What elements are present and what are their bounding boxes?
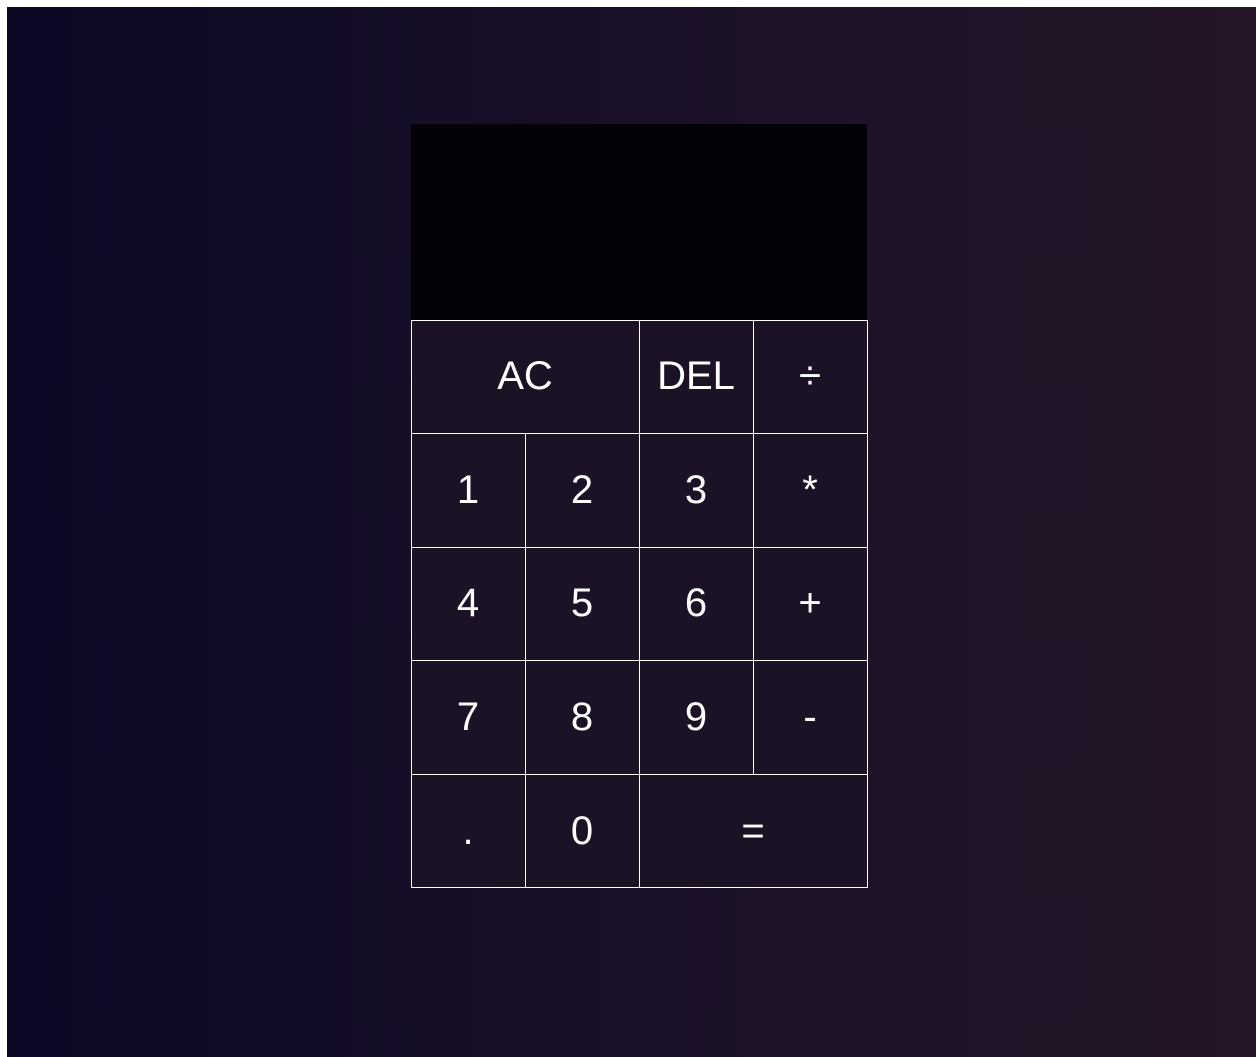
calculator: AC DEL ÷ 1 2 3 * 4 5 6 + 7 8 9 - . 0 = (410, 124, 868, 889)
digit-5-button[interactable]: 5 (524, 546, 640, 662)
page-background: AC DEL ÷ 1 2 3 * 4 5 6 + 7 8 9 - . 0 = (7, 7, 1256, 1057)
digit-0-button[interactable]: 0 (524, 773, 640, 889)
digit-2-button[interactable]: 2 (524, 433, 640, 548)
digit-1-button[interactable]: 1 (410, 433, 526, 548)
all-clear-button[interactable]: AC (410, 319, 640, 435)
digit-3-button[interactable]: 3 (638, 433, 754, 548)
digit-7-button[interactable]: 7 (410, 660, 526, 775)
equals-button[interactable]: = (638, 773, 868, 889)
digit-8-button[interactable]: 8 (524, 660, 640, 775)
output-display (411, 124, 867, 320)
digit-6-button[interactable]: 6 (638, 546, 754, 662)
previous-operand (425, 136, 853, 164)
keypad: AC DEL ÷ 1 2 3 * 4 5 6 + 7 8 9 - . 0 = (410, 319, 868, 889)
minus-button[interactable]: - (752, 660, 868, 775)
digit-4-button[interactable]: 4 (410, 546, 526, 662)
delete-button[interactable]: DEL (638, 319, 754, 435)
divide-button[interactable]: ÷ (752, 319, 868, 435)
decimal-button[interactable]: . (410, 773, 526, 889)
plus-button[interactable]: + (752, 546, 868, 662)
multiply-button[interactable]: * (752, 433, 868, 548)
current-operand (425, 164, 853, 214)
digit-9-button[interactable]: 9 (638, 660, 754, 775)
